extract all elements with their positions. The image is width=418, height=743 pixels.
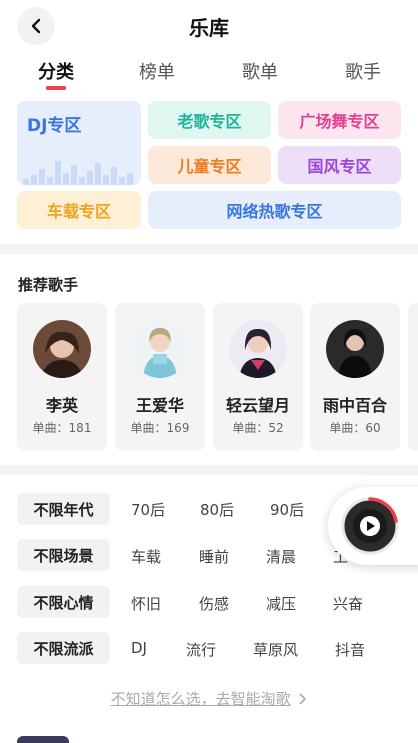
singer-track-count: 单曲：169 <box>130 421 190 435</box>
equalizer-icon <box>23 161 133 185</box>
smart-pick-label: 不知道怎么选，去智能淘歌 <box>110 690 291 708</box>
section-divider <box>0 465 418 475</box>
filter-option[interactable]: 80后 <box>200 499 234 520</box>
filter-era-all[interactable]: 不限年代 <box>17 493 110 525</box>
singer-name: 王爱华 <box>135 396 184 415</box>
filter-option[interactable]: 流行 <box>186 639 216 660</box>
singer-name: 轻云望月 <box>225 396 290 415</box>
singer-track-count: 单曲：181 <box>32 421 92 435</box>
filter-option[interactable]: 90后 <box>270 499 304 520</box>
filter-option[interactable]: DJ <box>131 639 147 657</box>
singer-name: 雨中百合 <box>322 396 387 415</box>
tab-bar: 分类 榜单 歌单 歌手 <box>0 56 418 92</box>
category-car[interactable]: 车载专区 <box>17 191 141 229</box>
singer-card[interactable]: 王爱华 单曲：169 <box>115 303 205 451</box>
singer-card-partial[interactable] <box>408 303 418 451</box>
tab-playlists[interactable]: 歌单 <box>242 58 278 84</box>
tab-singers[interactable]: 歌手 <box>345 58 381 84</box>
singer-card[interactable]: 李英 单曲：181 <box>17 303 107 451</box>
active-tab-indicator <box>46 86 66 90</box>
category-dj-label: DJ专区 <box>27 116 82 136</box>
tab-category[interactable]: 分类 <box>38 58 74 84</box>
mini-player[interactable] <box>328 487 418 565</box>
filter-option[interactable]: 兴奋 <box>333 593 363 614</box>
play-icon[interactable] <box>341 497 399 555</box>
filter-scene-all[interactable]: 不限场景 <box>17 539 110 571</box>
category-children[interactable]: 儿童专区 <box>148 146 271 184</box>
filter-option[interactable]: 车载 <box>131 546 161 567</box>
singer-card[interactable]: 轻云望月 单曲：52 <box>213 303 303 451</box>
smart-pick-link[interactable]: 不知道怎么选，去智能淘歌 <box>0 688 418 709</box>
category-guofeng[interactable]: 国风专区 <box>278 146 401 184</box>
filter-mood-all[interactable]: 不限心情 <box>17 586 110 618</box>
singer-card[interactable]: 雨中百合 单曲：60 <box>310 303 400 451</box>
filter-option[interactable]: 睡前 <box>199 546 229 567</box>
avatar <box>33 320 91 378</box>
filter-option[interactable]: 草原风 <box>253 639 298 660</box>
filter-option[interactable]: 70后 <box>131 499 165 520</box>
list-item-thumbnail[interactable] <box>17 736 69 743</box>
page-title: 乐库 <box>189 16 229 40</box>
section-divider <box>0 244 418 254</box>
avatar <box>326 320 384 378</box>
filter-option[interactable]: 抖音 <box>335 639 365 660</box>
header-bar: 乐库 <box>0 0 418 52</box>
singer-track-count: 单曲：60 <box>329 421 381 435</box>
filter-option[interactable]: 伤感 <box>199 593 229 614</box>
recommended-singers-title: 推荐歌手 <box>18 276 79 294</box>
avatar <box>229 320 287 378</box>
filter-option[interactable]: 清晨 <box>266 546 296 567</box>
chevron-right-icon <box>299 693 307 705</box>
singer-name: 李英 <box>45 396 78 415</box>
singer-track-count: 单曲：52 <box>232 421 284 435</box>
category-dj[interactable]: DJ专区 <box>17 101 141 185</box>
filter-option[interactable]: 减压 <box>266 593 296 614</box>
category-oldies[interactable]: 老歌专区 <box>148 101 271 139</box>
category-internet-hits[interactable]: 网络热歌专区 <box>148 191 401 229</box>
avatar <box>131 320 189 378</box>
filter-option[interactable]: 怀旧 <box>131 593 161 614</box>
category-square-dance[interactable]: 广场舞专区 <box>278 101 401 139</box>
filter-genre-all[interactable]: 不限流派 <box>17 632 110 664</box>
tab-charts[interactable]: 榜单 <box>139 58 175 84</box>
